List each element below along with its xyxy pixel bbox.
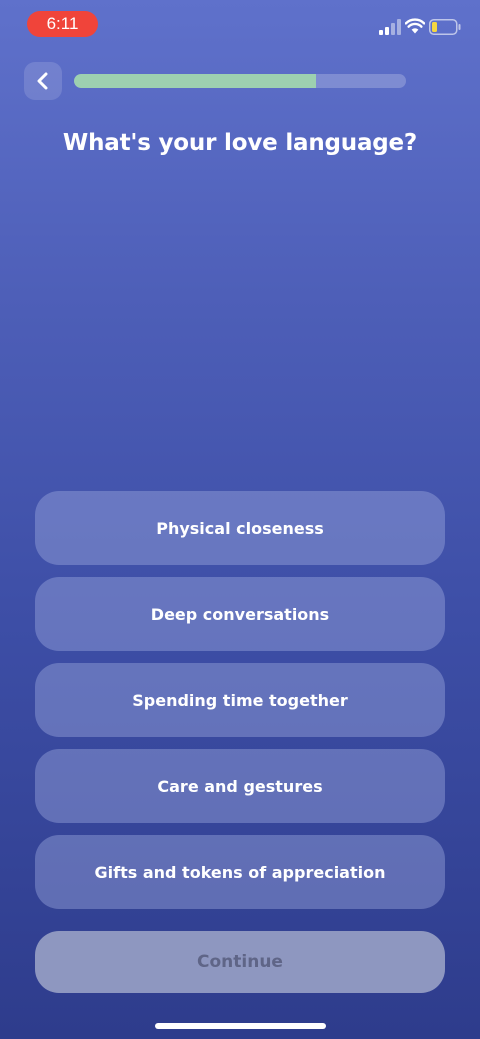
option-deep-conversations[interactable]: Deep conversations (35, 577, 445, 651)
status-time: 6:11 (27, 11, 98, 37)
continue-button[interactable]: Continue (35, 931, 445, 993)
status-bar: 6:11 (0, 0, 480, 48)
home-indicator (155, 1023, 326, 1029)
signal-icon (379, 19, 401, 35)
chevron-left-icon (37, 72, 48, 90)
wifi-icon (405, 18, 425, 34)
option-care-and-gestures[interactable]: Care and gestures (35, 749, 445, 823)
answer-options: Physical closeness Deep conversations Sp… (35, 491, 445, 921)
option-gifts-and-tokens[interactable]: Gifts and tokens of appreciation (35, 835, 445, 909)
progress-bar (74, 74, 406, 88)
back-button[interactable] (24, 62, 62, 100)
battery-icon (429, 19, 461, 35)
option-spending-time-together[interactable]: Spending time together (35, 663, 445, 737)
progress-fill (74, 74, 317, 88)
page-title: What's your love language? (62, 130, 418, 156)
option-physical-closeness[interactable]: Physical closeness (35, 491, 445, 565)
